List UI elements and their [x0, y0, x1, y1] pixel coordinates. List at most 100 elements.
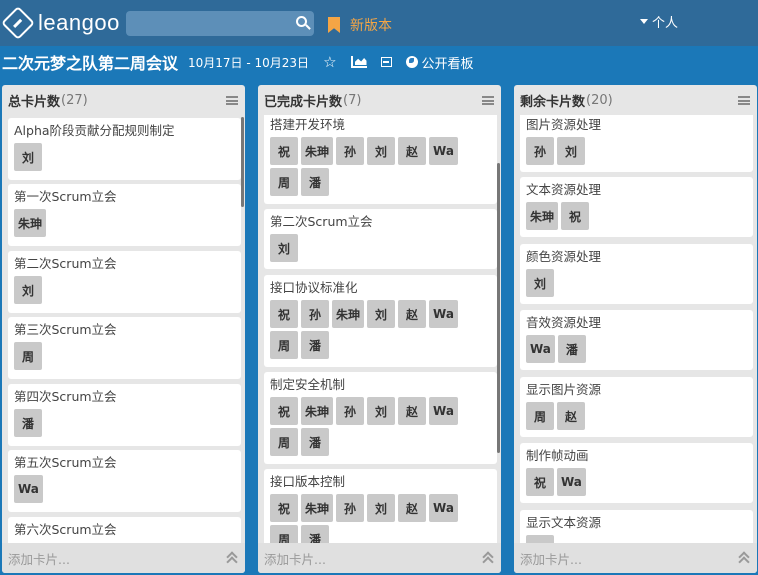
list-completed-cards: 已完成卡片数 (7) 搭建开发环境 祝 朱珅 孙 刘 赵 Wa 周 潘 第二次S…: [258, 85, 501, 573]
card[interactable]: 第三次Scrum立会 周: [8, 317, 241, 379]
member-tag: 孙: [526, 137, 554, 165]
member-tag: 刘: [367, 494, 396, 522]
new-version-link[interactable]: 新版本: [328, 15, 392, 35]
card[interactable]: 第五次Scrum立会 Wa: [8, 450, 241, 512]
public-board-button[interactable]: 公开看板: [405, 53, 474, 72]
card[interactable]: 图片资源处理 孙 刘: [520, 115, 753, 172]
search-icon[interactable]: [296, 16, 307, 27]
card-title: 颜色资源处理: [526, 249, 602, 264]
member-tag: 刘: [367, 137, 396, 165]
card-title: 接口版本控制: [270, 474, 346, 489]
list-remaining-cards: 剩余卡片数 (20) 图片资源处理 孙 刘 文本资源处理 朱珅 祝 颜色资源处理…: [514, 85, 757, 573]
card[interactable]: 第二次Scrum立会 刘: [8, 251, 241, 313]
member-tag: Wa: [14, 475, 43, 503]
double-chevron-up-icon[interactable]: [739, 552, 749, 564]
member-tag: 孙: [336, 494, 365, 522]
card[interactable]: 音效资源处理 Wa 潘: [520, 310, 753, 370]
double-chevron-up-icon[interactable]: [227, 552, 237, 564]
list-header[interactable]: 剩余卡片数 (20): [514, 85, 757, 115]
scrollbar[interactable]: [241, 117, 244, 207]
card-container[interactable]: Alpha阶段贡献分配规则制定 刘 第一次Scrum立会 朱珅 第二次Scrum…: [2, 115, 245, 543]
card-title: 第二次Scrum立会: [14, 256, 117, 271]
card-title: 第一次Scrum立会: [14, 189, 117, 204]
list-header[interactable]: 已完成卡片数 (7): [258, 85, 501, 115]
card[interactable]: 第一次Scrum立会 朱珅: [8, 184, 241, 246]
add-card-link[interactable]: 添加卡片...: [520, 549, 582, 568]
list-menu-icon[interactable]: [482, 96, 494, 105]
search-box[interactable]: [126, 11, 314, 36]
card[interactable]: 制作帧动画 祝 Wa: [520, 443, 753, 503]
card[interactable]: 接口版本控制 祝 朱珅 孙 刘 赵 Wa 周 潘: [264, 469, 497, 543]
card[interactable]: 颜色资源处理 刘: [520, 244, 753, 304]
card[interactable]: 第二次Scrum立会 刘: [264, 209, 497, 269]
member-tag: 潘: [301, 168, 329, 196]
add-card-link[interactable]: 添加卡片...: [264, 549, 326, 568]
member-tag: 朱珅: [301, 494, 334, 522]
star-icon: ☆: [323, 53, 337, 71]
board-title[interactable]: 二次元梦之队第二周会议: [2, 50, 178, 74]
double-chevron-up-icon[interactable]: [483, 552, 493, 564]
card[interactable]: 接口协议标准化 祝 孙 朱珅 刘 赵 Wa 周 潘: [264, 275, 497, 367]
member-tag: Wa: [429, 494, 458, 522]
board-date-range[interactable]: 10月17日 - 10月23日: [188, 54, 309, 71]
member-tag: Wa: [526, 335, 555, 363]
card-title: 制作帧动画: [526, 448, 589, 463]
list-footer[interactable]: 添加卡片...: [258, 543, 501, 573]
card[interactable]: 显示图片资源 周 赵: [520, 377, 753, 437]
member-tag: 赵: [398, 137, 427, 165]
list-menu-icon[interactable]: [226, 96, 238, 105]
member-tag: 潘: [301, 428, 329, 456]
member-tag: 潘: [301, 525, 329, 543]
leangoo-logo-icon: [1, 6, 35, 40]
card[interactable]: 制定安全机制 祝 朱珅 孙 刘 赵 Wa 周 潘: [264, 372, 497, 464]
card-title: Alpha阶段贡献分配规则制定: [14, 123, 175, 138]
card-title: 第二次Scrum立会: [270, 214, 373, 229]
scrollbar[interactable]: [497, 163, 500, 453]
card-title: 音效资源处理: [526, 315, 602, 330]
logo[interactable]: leangoo: [1, 6, 120, 40]
card-title: 接口协议标准化: [270, 280, 358, 295]
list-footer[interactable]: 添加卡片...: [2, 543, 245, 573]
member-tag: 孙: [301, 300, 329, 328]
star-button[interactable]: ☆: [323, 53, 336, 71]
card-title: 第三次Scrum立会: [14, 322, 117, 337]
caret-down-icon: [640, 19, 648, 24]
add-card-link[interactable]: 添加卡片...: [8, 549, 70, 568]
card[interactable]: 第四次Scrum立会 潘: [8, 384, 241, 446]
bookmark-icon: [328, 17, 340, 33]
search-input[interactable]: [132, 14, 282, 33]
list-footer[interactable]: 添加卡片...: [514, 543, 757, 573]
member-tag: 周: [270, 428, 298, 456]
member-tag: Wa: [429, 397, 458, 425]
member-tag: 祝: [270, 397, 298, 425]
card-title: 第五次Scrum立会: [14, 455, 117, 470]
member-tag: 周: [270, 525, 298, 543]
collapse-button[interactable]: [380, 57, 392, 67]
card[interactable]: 搭建开发环境 祝 朱珅 孙 刘 赵 Wa 周 潘: [264, 115, 497, 204]
card[interactable]: 显示文本资源 孙: [520, 510, 753, 543]
member-tag: 孙: [336, 137, 365, 165]
personal-menu[interactable]: 个人: [640, 12, 678, 31]
member-tag: 赵: [398, 397, 427, 425]
member-tag: 祝: [526, 468, 554, 496]
personal-label: 个人: [652, 16, 679, 31]
list-menu-icon[interactable]: [738, 96, 750, 105]
member-tag: 潘: [14, 409, 42, 437]
member-tag: 刘: [557, 137, 585, 165]
card[interactable]: Alpha阶段贡献分配规则制定 刘: [8, 118, 241, 180]
member-tag: 朱珅: [301, 397, 334, 425]
card[interactable]: 第六次Scrum立会: [8, 517, 241, 543]
member-tag: 赵: [557, 402, 585, 430]
card-container[interactable]: 搭建开发环境 祝 朱珅 孙 刘 赵 Wa 周 潘 第二次Scrum立会 刘 接口…: [258, 115, 501, 543]
card[interactable]: 文本资源处理 朱珅 祝: [520, 177, 753, 237]
member-tag: Wa: [429, 300, 458, 328]
member-tag: 朱珅: [526, 202, 559, 230]
member-tag: 祝: [270, 494, 298, 522]
member-tag: 刘: [367, 300, 396, 328]
list-name: 总卡片数: [8, 94, 61, 110]
list-header[interactable]: 总卡片数 (27): [2, 85, 245, 115]
member-tag: 朱珅: [332, 300, 365, 328]
card-container[interactable]: 图片资源处理 孙 刘 文本资源处理 朱珅 祝 颜色资源处理 刘 音效资源处理 W…: [514, 115, 757, 543]
chart-button[interactable]: [350, 56, 367, 68]
member-tag: 赵: [398, 300, 427, 328]
